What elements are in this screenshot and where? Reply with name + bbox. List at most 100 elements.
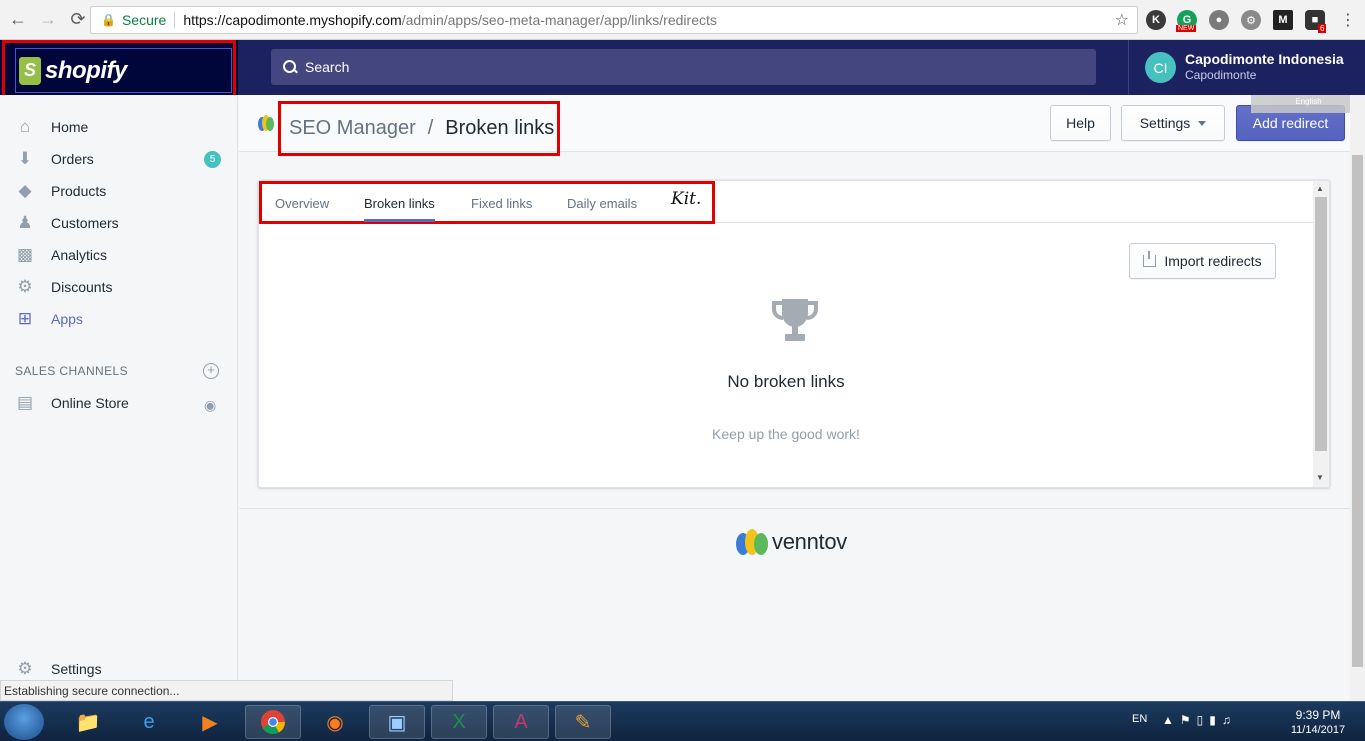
sidebar-item-orders[interactable]: ⬇ Orders 5 bbox=[0, 143, 238, 175]
start-button[interactable] bbox=[4, 704, 44, 740]
settings-dropdown-button[interactable]: Settings bbox=[1121, 105, 1225, 141]
sidebar-item-analytics[interactable]: ▩ Analytics bbox=[0, 239, 238, 271]
tab-daily-emails[interactable]: Daily emails bbox=[567, 196, 637, 222]
eye-icon[interactable]: ◉ bbox=[204, 397, 216, 414]
firefox-icon[interactable]: ◉ bbox=[307, 705, 363, 739]
browser-status-bar: Establishing secure connection... bbox=[0, 680, 453, 701]
scroll-down-arrow-icon[interactable]: ▼ bbox=[1316, 473, 1324, 482]
tab-fixed-links[interactable]: Fixed links bbox=[471, 196, 532, 222]
paint-icon[interactable]: ✎ bbox=[555, 705, 611, 739]
breadcrumb-app[interactable]: SEO Manager bbox=[289, 117, 416, 140]
import-redirects-button[interactable]: Import redirects bbox=[1129, 243, 1276, 279]
browser-menu-icon[interactable]: ⋮ bbox=[1340, 10, 1356, 30]
store-name[interactable]: Capodimonte Indonesia bbox=[1185, 51, 1344, 67]
search-placeholder: Search bbox=[305, 59, 350, 75]
gear-icon: ⚙ bbox=[17, 659, 33, 678]
empty-state-subtitle: Keep up the good work! bbox=[712, 426, 860, 442]
clock-date[interactable]: 11/14/2017 bbox=[1283, 724, 1353, 736]
tab-overview[interactable]: Overview bbox=[275, 196, 329, 222]
import-redirects-label: Import redirects bbox=[1164, 253, 1262, 269]
empty-state-title: No broken links bbox=[727, 372, 845, 391]
store-icon: ▤ bbox=[16, 393, 34, 412]
access-icon[interactable]: A bbox=[493, 705, 549, 739]
excel-icon[interactable]: X bbox=[431, 705, 487, 739]
page-title: SEO Manager / Broken links bbox=[278, 101, 560, 156]
sidebar-item-label: Apps bbox=[51, 311, 83, 327]
venntov-wordmark: venntov bbox=[772, 529, 847, 554]
secure-label: Secure bbox=[121, 12, 167, 28]
apps-icon: ⊞ bbox=[17, 309, 33, 328]
card-scrollbar-thumb[interactable] bbox=[1315, 197, 1327, 451]
trophy-icon bbox=[772, 299, 818, 341]
lock-icon: 🔒 bbox=[101, 13, 116, 27]
explorer-icon[interactable]: 📁 bbox=[60, 705, 116, 739]
tab-broken-links[interactable]: Broken links bbox=[364, 196, 435, 222]
extension-k-icon[interactable]: K bbox=[1146, 10, 1166, 30]
add-sales-channel-icon[interactable]: + bbox=[203, 363, 219, 379]
help-button[interactable]: Help bbox=[1050, 105, 1111, 141]
seo-manager-logo-icon bbox=[258, 115, 274, 131]
windows-taskbar: 📁 e ▶ ◉ ▣ X A ✎ EN ▲⚑▯▮♫ 9:39 PM 11/14/2… bbox=[0, 701, 1365, 741]
extension-chat-icon[interactable]: ● bbox=[1209, 10, 1229, 30]
search-icon bbox=[283, 60, 297, 74]
venntov-leaf-icon bbox=[736, 529, 768, 555]
breadcrumb-separator: / bbox=[427, 117, 434, 139]
sidebar-item-home[interactable]: ⌂ Home bbox=[0, 111, 238, 143]
sidebar-item-online-store[interactable]: ▤ Online Store bbox=[0, 387, 238, 419]
language-indicator[interactable]: EN bbox=[1132, 713, 1147, 725]
bookmark-star-icon[interactable]: ☆ bbox=[1115, 10, 1129, 30]
shopify-bag-icon: S bbox=[19, 56, 41, 85]
import-icon bbox=[1143, 251, 1157, 267]
sidebar-item-label: Products bbox=[51, 183, 107, 199]
sidebar-item-customers[interactable]: ♟ Customers bbox=[0, 207, 238, 239]
sidebar-item-label: Analytics bbox=[51, 247, 108, 263]
extension-count-badge: 6 bbox=[1318, 24, 1327, 33]
sales-channels-heading: SALES CHANNELS bbox=[15, 364, 128, 378]
url-path: /admin/apps/seo-meta-manager/app/links/r… bbox=[401, 12, 717, 28]
page-scrollbar-thumb[interactable] bbox=[1352, 155, 1363, 667]
address-bar[interactable]: 🔒 Secure https://capodimonte.myshopify.c… bbox=[90, 6, 1138, 34]
scroll-up-arrow-icon[interactable]: ▲ bbox=[1316, 184, 1324, 193]
venntov-logo[interactable]: venntov bbox=[735, 528, 847, 556]
url-host: https://capodimonte.myshopify.com bbox=[183, 12, 402, 28]
sidebar-item-label: Discounts bbox=[51, 279, 113, 295]
sidebar-item-apps[interactable]: ⊞ Apps bbox=[0, 303, 238, 335]
sidebar-item-discounts[interactable]: ⚙ Discounts bbox=[0, 271, 238, 303]
card-scrollbar[interactable]: ▲ ▼ bbox=[1313, 181, 1329, 487]
url-text[interactable]: https://capodimonte.myshopify.com/admin/… bbox=[183, 12, 717, 28]
chrome-logo-icon bbox=[261, 710, 285, 735]
orders-icon: ⬇ bbox=[17, 149, 33, 168]
language-pill[interactable]: English bbox=[1251, 95, 1365, 113]
extension-gear-icon[interactable]: ⚙ bbox=[1241, 10, 1261, 30]
search-input[interactable]: Search bbox=[271, 49, 1096, 85]
sidebar: ⌂ Home ⬇ Orders 5 ◆ Products ♟ Customers… bbox=[0, 95, 238, 701]
logo-highlight-box: S shopify bbox=[2, 40, 236, 98]
settings-button-label: Settings bbox=[1139, 115, 1191, 131]
url-divider bbox=[174, 12, 176, 28]
page-scrollbar[interactable] bbox=[1350, 95, 1365, 701]
tag-icon: ◆ bbox=[18, 181, 32, 200]
internet-explorer-icon[interactable]: e bbox=[121, 705, 177, 739]
system-tray-icons[interactable]: ▲⚑▯▮♫ bbox=[1162, 713, 1237, 727]
orders-count-badge: 5 bbox=[204, 150, 221, 168]
footer-divider bbox=[239, 508, 1350, 509]
media-player-icon[interactable]: ▶ bbox=[182, 705, 238, 739]
sidebar-item-label: Online Store bbox=[51, 395, 129, 411]
bar-chart-icon: ▩ bbox=[16, 245, 34, 264]
sidebar-item-products[interactable]: ◆ Products bbox=[0, 175, 238, 207]
admin-topbar: S shopify Search CI Capodimonte Indonesi… bbox=[0, 40, 1365, 98]
avatar[interactable]: CI bbox=[1145, 52, 1176, 83]
store-divider bbox=[1128, 40, 1129, 95]
chrome-icon[interactable] bbox=[245, 705, 301, 739]
photo-viewer-icon[interactable]: ▣ bbox=[369, 705, 425, 739]
shopify-logo[interactable]: S shopify bbox=[15, 48, 232, 93]
clock-time[interactable]: 9:39 PM bbox=[1283, 708, 1353, 722]
tab-kit[interactable]: Kit. bbox=[671, 189, 701, 209]
person-icon: ♟ bbox=[17, 213, 33, 232]
back-button[interactable]: ← bbox=[6, 8, 30, 32]
home-icon: ⌂ bbox=[19, 117, 31, 136]
reload-button[interactable]: ⟳ bbox=[66, 8, 90, 32]
extension-m-icon[interactable]: M bbox=[1273, 10, 1293, 30]
sidebar-item-label: Settings bbox=[51, 661, 102, 677]
forward-button[interactable]: → bbox=[36, 8, 60, 32]
